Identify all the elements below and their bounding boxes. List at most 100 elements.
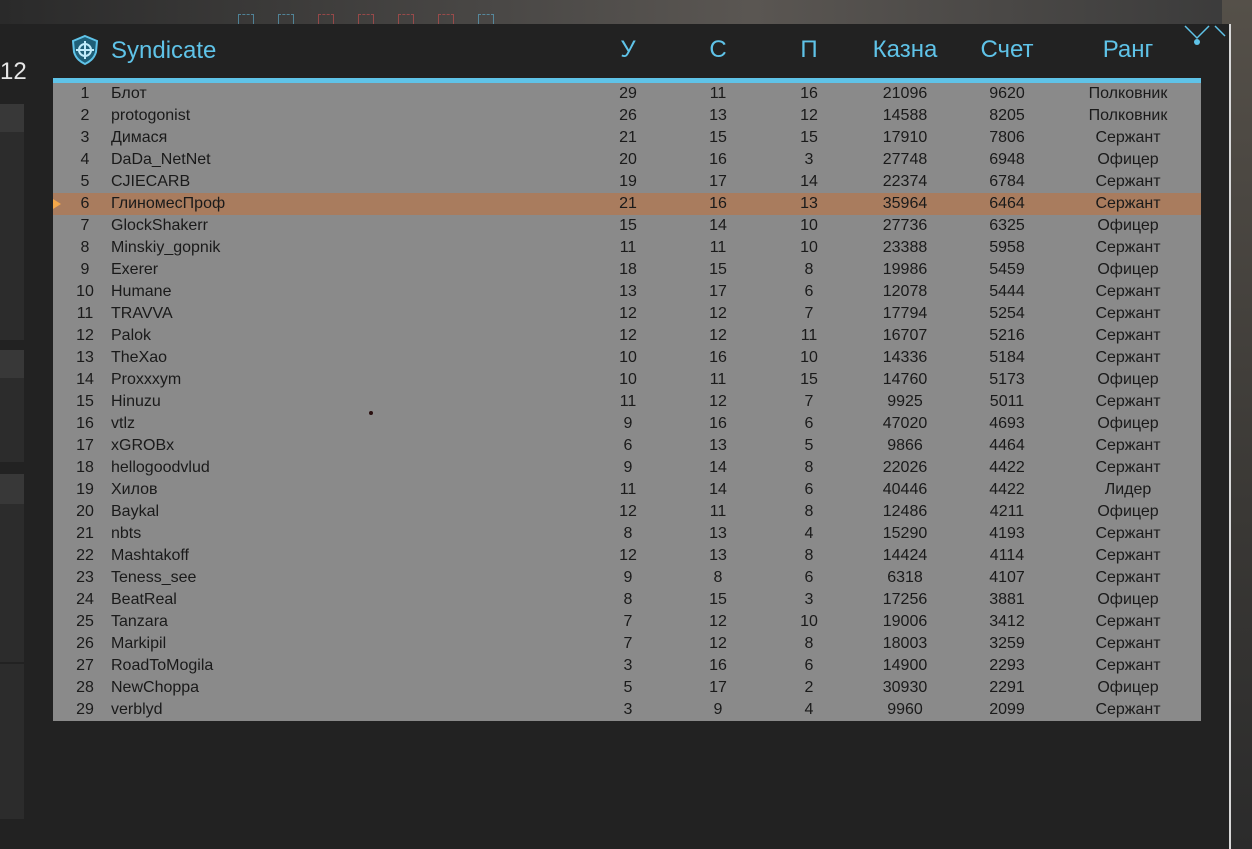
member-kazna: 6318 [887, 569, 923, 586]
member-u: 3 [623, 657, 633, 674]
member-s: 12 [709, 305, 727, 322]
table-row[interactable]: 10 Humane 13 17 6 12078 5444 Сержант [53, 281, 1201, 303]
table-row[interactable]: 11 TRAVVA 12 12 7 17794 5254 Сержант [53, 303, 1201, 325]
member-u: 12 [619, 547, 637, 564]
member-name: Блот [111, 85, 147, 102]
member-s: 11 [709, 239, 727, 256]
table-row[interactable]: 1 Блот 29 11 16 21096 9620 Полковник [53, 83, 1201, 105]
members-table: 1 Блот 29 11 16 21096 9620 Полковник 2 protogonis… [53, 83, 1201, 721]
member-p: 4 [804, 525, 814, 542]
column-header-s[interactable]: С [688, 36, 748, 64]
member-kazna: 16707 [882, 327, 928, 344]
member-u: 11 [619, 393, 637, 410]
member-u: 9 [623, 415, 633, 432]
member-p: 3 [804, 151, 814, 168]
member-rank: Сержант [1095, 173, 1161, 190]
column-header-schet[interactable]: Счет [957, 36, 1057, 64]
table-row[interactable]: 17 xGROBx 6 13 5 9866 4464 Сержант [53, 435, 1201, 457]
member-schet: 5459 [989, 261, 1025, 278]
member-rank: Сержант [1095, 459, 1161, 476]
table-row[interactable]: 8 Minskiy_gopnik 11 11 10 23388 5958 Сержант [53, 237, 1201, 259]
member-kazna: 14760 [882, 371, 928, 388]
member-rank: Офицер [1097, 415, 1159, 432]
member-s: 14 [709, 481, 727, 498]
member-rank: Офицер [1097, 591, 1159, 608]
member-kazna: 30930 [882, 679, 928, 696]
member-u: 7 [623, 613, 633, 630]
table-row[interactable]: 15 Hinuzu 11 12 7 9925 5011 Сержант [53, 391, 1201, 413]
column-header-kazna[interactable]: Казна [855, 36, 955, 64]
member-index: 11 [76, 305, 94, 322]
member-rank: Сержант [1095, 547, 1161, 564]
table-row[interactable]: 14 Proxxxym 10 11 15 14760 5173 Офицер [53, 369, 1201, 391]
table-row[interactable]: 16 vtlz 9 16 6 47020 4693 Офицер [53, 413, 1201, 435]
member-index: 20 [76, 503, 94, 520]
member-s: 15 [709, 261, 727, 278]
member-schet: 9620 [989, 85, 1025, 102]
side-tab[interactable] [0, 350, 24, 378]
member-rank: Сержант [1095, 569, 1161, 586]
table-row[interactable]: 21 nbts 8 13 4 15290 4193 Сержант [53, 523, 1201, 545]
table-row[interactable]: 2 protogonist 26 13 12 14588 8205 Полковник [53, 105, 1201, 127]
table-row[interactable]: 3 Димася 21 15 15 17910 7806 Сержант [53, 127, 1201, 149]
member-s: 13 [709, 547, 727, 564]
table-row[interactable]: 29 verblyd 3 9 4 9960 2099 Сержант [53, 699, 1201, 721]
table-row[interactable]: 4 DaDa_NetNet 20 16 3 27748 6948 Офицер [53, 149, 1201, 171]
member-schet: 2291 [989, 679, 1025, 696]
member-rank: Сержант [1095, 283, 1161, 300]
member-index: 3 [80, 129, 90, 146]
member-rank: Офицер [1097, 679, 1159, 696]
table-row[interactable]: 20 Baykal 12 11 8 12486 4211 Офицер [53, 501, 1201, 523]
member-s: 14 [709, 217, 727, 234]
table-row[interactable]: 5 CJIECARB 19 17 14 22374 6784 Сержант [53, 171, 1201, 193]
member-rank: Сержант [1095, 327, 1161, 344]
member-s: 13 [709, 107, 727, 124]
table-row[interactable]: 28 NewChoppa 5 17 2 30930 2291 Офицер [53, 677, 1201, 699]
table-row[interactable]: 24 BeatReal 8 15 3 17256 3881 Офицер [53, 589, 1201, 611]
member-index: 27 [76, 657, 94, 674]
column-header-p[interactable]: П [779, 36, 839, 64]
member-kazna: 9960 [887, 701, 923, 718]
member-name: RoadToMogila [111, 657, 214, 674]
table-row[interactable]: 9 Exerer 18 15 8 19986 5459 Офицер [53, 259, 1201, 281]
table-row[interactable]: 13 TheXao 10 16 10 14336 5184 Сержант [53, 347, 1201, 369]
column-header-u[interactable]: У [598, 36, 658, 64]
member-kazna: 14336 [882, 349, 928, 366]
member-name: ГлиномесПроф [111, 195, 226, 212]
member-index: 9 [80, 261, 90, 278]
side-tab[interactable] [0, 474, 24, 504]
table-row[interactable]: 26 Markipil 7 12 8 18003 3259 Сержант [53, 633, 1201, 655]
member-name: Teness_see [111, 569, 197, 586]
table-row-current-player[interactable]: 6 ГлиномесПроф 21 16 13 35964 6464 Сержант [53, 193, 1201, 215]
table-row[interactable]: 22 Mashtakoff 12 13 8 14424 4114 Сержант [53, 545, 1201, 567]
member-s: 17 [709, 283, 727, 300]
member-p: 4 [804, 701, 814, 718]
member-s: 11 [709, 85, 727, 102]
table-row[interactable]: 25 Tanzara 7 12 10 19006 3412 Сержант [53, 611, 1201, 633]
side-tab[interactable] [0, 104, 24, 132]
member-name: protogonist [111, 107, 191, 124]
member-schet: 5958 [989, 239, 1025, 256]
member-kazna: 14900 [882, 657, 928, 674]
member-name: TRAVVA [111, 305, 173, 322]
member-rank: Полковник [1088, 107, 1168, 124]
member-schet: 3412 [989, 613, 1025, 630]
member-kazna: 9866 [887, 437, 923, 454]
column-header-rank[interactable]: Ранг [1078, 36, 1178, 64]
member-p: 6 [804, 657, 814, 674]
table-row[interactable]: 19 Хилов 11 14 6 40446 4422 Лидер [53, 479, 1201, 501]
member-schet: 4422 [989, 459, 1025, 476]
table-row[interactable]: 23 Teness_see 9 8 6 6318 4107 Сержант [53, 567, 1201, 589]
member-rank: Сержант [1095, 129, 1161, 146]
member-name: Humane [111, 283, 172, 300]
member-kazna: 19986 [882, 261, 928, 278]
member-index: 22 [76, 547, 94, 564]
member-p: 10 [800, 217, 818, 234]
table-row[interactable]: 12 Palok 12 12 11 16707 5216 Сержант [53, 325, 1201, 347]
member-name: Minskiy_gopnik [111, 239, 221, 256]
member-u: 8 [623, 591, 633, 608]
table-row[interactable]: 18 hellogoodvlud 9 14 8 22026 4422 Сержант [53, 457, 1201, 479]
table-row[interactable]: 7 GlockShakerr 15 14 10 27736 6325 Офицер [53, 215, 1201, 237]
table-row[interactable]: 27 RoadToMogila 3 16 6 14900 2293 Сержант [53, 655, 1201, 677]
member-p: 8 [804, 547, 814, 564]
